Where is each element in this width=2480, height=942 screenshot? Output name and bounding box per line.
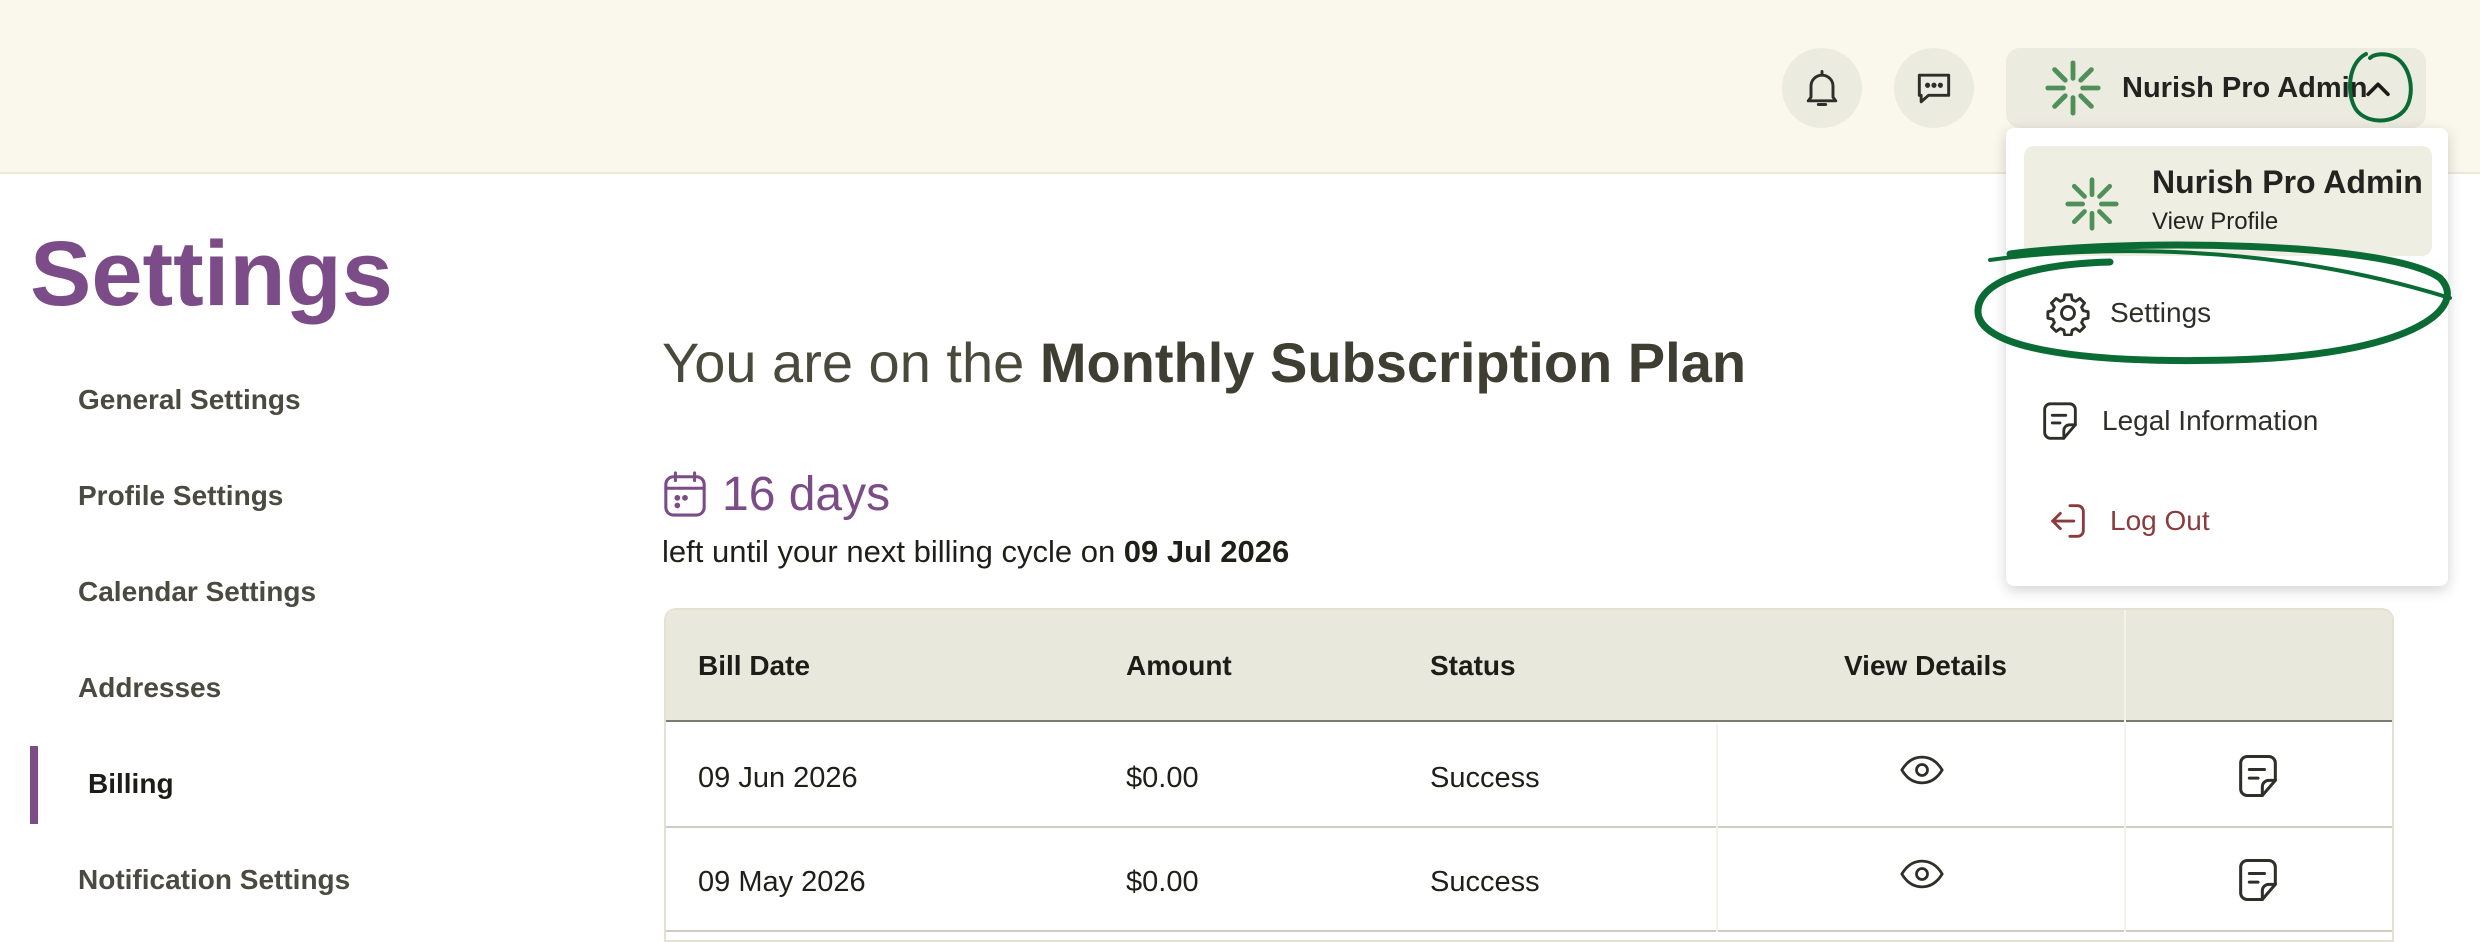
- column-header-status: Status: [1430, 650, 1516, 681]
- nav-notification-settings[interactable]: Notification Settings: [78, 864, 350, 896]
- page-title: Settings: [30, 223, 393, 325]
- billing-table: Bill Date Amount Status View Details 09 …: [664, 608, 2394, 942]
- cell-divider: [2124, 828, 2126, 932]
- table-row: 09 May 2026 $0.00 Success: [666, 828, 2392, 932]
- profile-name: Nurish Pro Admin: [2152, 164, 2423, 200]
- cell-status: Success: [1430, 762, 1540, 794]
- billing-text: left until your next billing cycle on: [662, 534, 1124, 569]
- messages-button[interactable]: [1894, 48, 1974, 128]
- gear-icon: [2044, 289, 2092, 337]
- nav-general-settings[interactable]: General Settings: [78, 384, 301, 416]
- view-profile-link[interactable]: View Profile: [2152, 208, 2278, 236]
- column-header-bill-date: Bill Date: [698, 650, 811, 681]
- invoice-document-icon[interactable]: [2232, 750, 2284, 802]
- notifications-button[interactable]: [1782, 48, 1862, 128]
- days-left: 16 days: [722, 467, 891, 521]
- chat-icon: [1917, 73, 1951, 104]
- cell-amount: $0.00: [1126, 866, 1199, 898]
- days-left-row: 16 days: [662, 464, 890, 524]
- legal-information-menu-item[interactable]: Legal Information: [2006, 386, 2448, 456]
- table-header: Bill Date Amount Status View Details: [666, 610, 2392, 722]
- logout-label: Log Out: [2110, 505, 2210, 536]
- cell-divider: [2124, 724, 2126, 828]
- eye-icon[interactable]: [1900, 858, 1944, 890]
- billing-cycle-text: left until your next billing cycle on 09…: [662, 534, 1289, 570]
- header-divider: [2124, 610, 2126, 722]
- view-profile-item[interactable]: Nurish Pro Admin View Profile: [2024, 146, 2432, 256]
- cell-divider: [1716, 828, 1718, 932]
- column-header-amount: Amount: [1126, 650, 1232, 681]
- column-header-view-details: View Details: [1844, 650, 2007, 681]
- settings-menu-item[interactable]: Settings: [2006, 278, 2448, 348]
- plan-prefix: You are on the: [662, 331, 1040, 394]
- logout-icon: [2044, 497, 2092, 545]
- annotation-circle: [2348, 52, 2413, 123]
- account-name: Nurish Pro Admin: [2122, 71, 2368, 104]
- account-dropdown: Nurish Pro Admin View Profile Settings L…: [2006, 128, 2448, 586]
- table-row: 09 Jun 2026 $0.00 Success: [666, 724, 2392, 828]
- eye-icon[interactable]: [1900, 754, 1944, 786]
- nav-addresses[interactable]: Addresses: [78, 672, 221, 704]
- legal-information-label: Legal Information: [2102, 405, 2319, 436]
- billing-date: 09 Jul 2026: [1123, 534, 1290, 569]
- calendar-icon: [664, 471, 706, 517]
- nav-profile-settings[interactable]: Profile Settings: [78, 480, 283, 512]
- invoice-document-icon[interactable]: [2232, 854, 2284, 906]
- brand-logo-icon: [2045, 60, 2101, 116]
- nav-billing[interactable]: Billing: [88, 768, 174, 800]
- bell-icon: [1806, 70, 1838, 106]
- logout-menu-item[interactable]: Log Out: [2006, 486, 2448, 556]
- settings-menu-label: Settings: [2110, 297, 2212, 328]
- cell-status: Success: [1430, 866, 1540, 898]
- cell-amount: $0.00: [1126, 762, 1199, 794]
- cell-bill-date: 09 May 2026: [698, 866, 866, 898]
- nav-active-indicator: [30, 746, 38, 824]
- plan-name: Monthly Subscription Plan: [1039, 331, 1747, 394]
- nav-calendar-settings[interactable]: Calendar Settings: [78, 576, 316, 608]
- cell-divider: [1716, 724, 1718, 828]
- document-icon: [2036, 397, 2084, 445]
- plan-heading: You are on the Monthly Subscription Plan: [662, 330, 1746, 395]
- brand-logo-icon: [2065, 177, 2119, 231]
- cell-bill-date: 09 Jun 2026: [698, 762, 858, 794]
